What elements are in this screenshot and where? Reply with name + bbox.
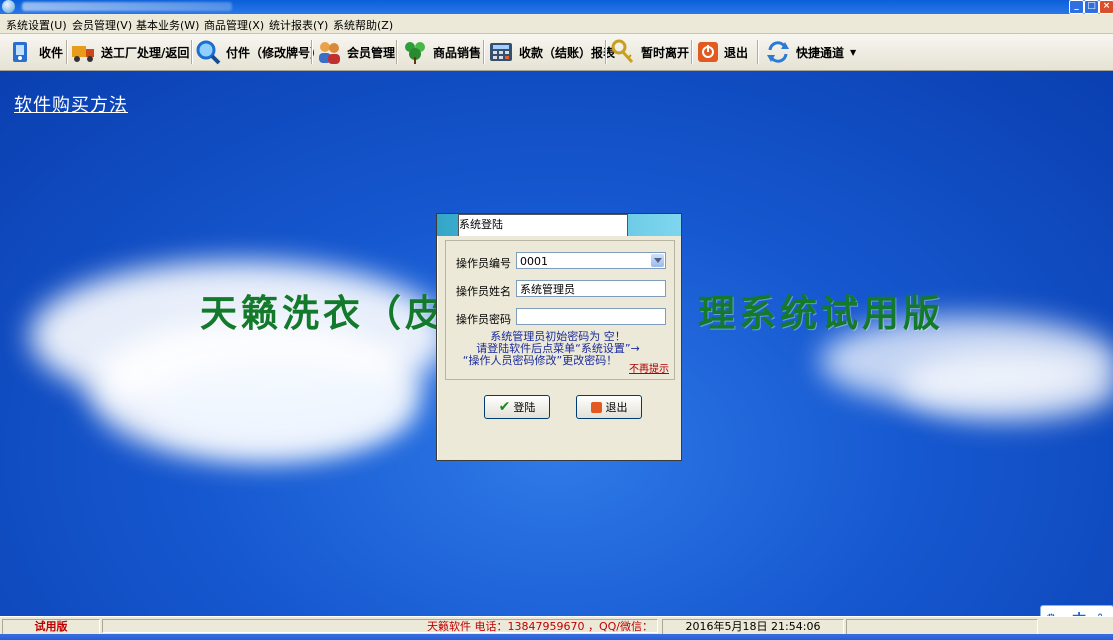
power-icon [697,39,719,65]
operator-id-label: 操作员编号 [456,257,511,270]
login-button-label: 登陆 [513,401,536,414]
login-dialog-titlebar: 系统登陆 [437,214,681,236]
status-panel-empty [846,619,1038,635]
vendor-info: 天籁软件 电话：13847959670 ，QQ/微信： [102,619,658,633]
login-button[interactable]: ✔ 登陆 [484,395,550,419]
keys-icon [610,39,636,65]
shortcut-button[interactable]: 快捷通道 ▼ [765,37,856,67]
exit-dialog-button-label: 退出 [605,401,628,414]
background-title-left: 天籁洗衣（皮 [200,291,446,335]
factory-button[interactable]: 送工厂处理/返回 [70,37,189,67]
maximize-button[interactable]: □ [1084,0,1099,14]
app-icon [2,0,15,13]
exit-dialog-button[interactable]: 退出 [576,395,642,419]
datetime-status: 2016年5月18日 21:54:06 [662,619,844,635]
calculator-icon [488,39,514,65]
exit-label: 退出 [724,45,749,60]
operator-name-label: 操作员姓名 [456,285,511,298]
shortcut-label: 快捷通道 [796,45,845,60]
members-button[interactable]: 会员管理 [316,37,395,67]
menu-system-help[interactable]: 系统帮助(Z) [333,17,393,33]
dont-show-again-link[interactable]: 不再提示 [629,360,669,375]
refresh-arrows-icon [765,39,791,65]
taskbar [0,634,1113,640]
close-button[interactable]: × [1099,0,1113,14]
menu-basic-business[interactable]: 基本业务(W) [136,17,199,33]
receive-icon [8,39,34,65]
away-button[interactable]: 暂时离开 [610,37,689,67]
status-bar: 试用版 天籁软件 电话：13847959670 ，QQ/微信： 2016年5月1… [0,616,1113,635]
menu-statistics-reports[interactable]: 统计报表(Y) [269,17,328,33]
password-label: 操作员密码 [456,313,511,326]
sales-button[interactable]: 商品销售 [402,37,481,67]
exit-power-icon [590,401,602,413]
menu-system-settings[interactable]: 系统设置(U) [6,17,67,33]
login-dialog: 系统登陆 操作员编号 0001 操作员姓名 系统管理员 操作员密码 系统管理员初… [436,213,682,461]
pickup-button[interactable]: 付件（修改牌号） [195,37,322,67]
truck-icon [70,39,96,65]
checkout-button[interactable]: 收款（结账）报表 [488,37,615,67]
operator-name-field[interactable]: 系统管理员 [516,280,666,297]
members-label: 会员管理 [347,45,396,60]
sales-label: 商品销售 [433,45,482,60]
chevron-down-icon[interactable] [651,254,664,267]
operator-id-value: 0001 [520,255,548,268]
password-field[interactable] [516,308,666,325]
trial-status: 试用版 [2,619,100,635]
plant-icon [402,39,428,65]
window-titlebar: _ □ × [0,0,1113,14]
magnifier-icon [195,39,221,65]
dropdown-arrow-icon: ▼ [850,47,857,57]
minimize-button[interactable]: _ [1069,0,1084,14]
exit-button[interactable]: 退出 [697,37,748,67]
users-icon [316,39,342,65]
away-label: 暂时离开 [641,45,690,60]
receive-button[interactable]: 收件 [8,37,63,67]
pickup-label: 付件（修改牌号） [226,45,323,60]
receive-label: 收件 [39,45,64,60]
factory-label: 送工厂处理/返回 [101,45,190,60]
buy-software-link[interactable]: 软件购买方法 [14,91,128,117]
operator-id-select[interactable]: 0001 [516,252,666,269]
checkmark-icon: ✔ [498,399,511,415]
menu-product-management[interactable]: 商品管理(X) [204,17,264,33]
menu-bar: 系统设置(U) 会员管理(V) 基本业务(W) 商品管理(X) 统计报表(Y) … [0,14,1113,34]
menu-member-management[interactable]: 会员管理(V) [72,17,132,33]
window-title-blurred [22,2,232,11]
checkout-label: 收款（结账）报表 [519,45,616,60]
background-title-right: 理系统试用版 [698,291,944,335]
login-dialog-title: 系统登陆 [458,214,628,236]
toolbar: 收件 送工厂处理/返回 付件（修改牌号） 会员管理 商品销售 收款（结账）报表 [0,34,1113,71]
